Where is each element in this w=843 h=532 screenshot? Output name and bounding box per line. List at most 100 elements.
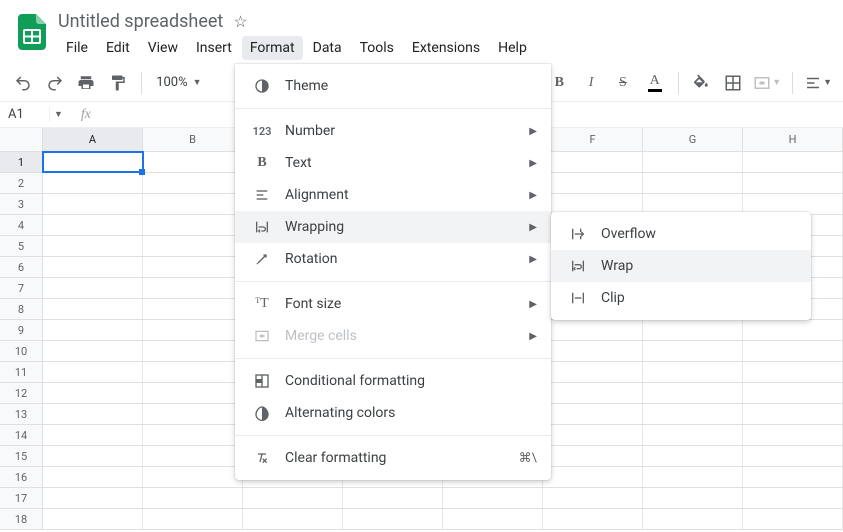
- cell[interactable]: [743, 341, 843, 361]
- row-header[interactable]: 17: [0, 488, 43, 508]
- cell[interactable]: [43, 509, 143, 529]
- menu-tools[interactable]: Tools: [352, 36, 402, 60]
- cell[interactable]: [43, 446, 143, 466]
- cell[interactable]: [343, 488, 443, 508]
- menu-format[interactable]: Format: [242, 36, 303, 60]
- cell[interactable]: [43, 257, 143, 277]
- cell[interactable]: [143, 257, 243, 277]
- cell[interactable]: [643, 488, 743, 508]
- print-button[interactable]: [72, 69, 102, 97]
- row-header[interactable]: 4: [0, 215, 43, 235]
- cell[interactable]: [543, 194, 643, 214]
- cell[interactable]: [143, 278, 243, 298]
- row-header[interactable]: 12: [0, 383, 43, 403]
- cell[interactable]: [43, 215, 143, 235]
- cell[interactable]: [643, 362, 743, 382]
- star-icon[interactable]: ☆: [233, 12, 247, 31]
- text-color-button[interactable]: A: [640, 69, 670, 97]
- cell[interactable]: [143, 362, 243, 382]
- cell[interactable]: [543, 173, 643, 193]
- cell[interactable]: [743, 425, 843, 445]
- row-header[interactable]: 2: [0, 173, 43, 193]
- cell[interactable]: [743, 362, 843, 382]
- menu-item-clear-formatting[interactable]: Clear formatting ⌘\: [235, 442, 551, 474]
- doc-title[interactable]: Untitled spreadsheet: [58, 11, 223, 32]
- cell[interactable]: [743, 488, 843, 508]
- zoom-dropdown[interactable]: 100% ▼: [150, 70, 207, 96]
- cell[interactable]: [643, 425, 743, 445]
- column-header[interactable]: G: [643, 128, 743, 151]
- menu-item-rotation[interactable]: Rotation ▶: [235, 243, 551, 275]
- menu-data[interactable]: Data: [305, 36, 350, 60]
- cell[interactable]: [43, 194, 143, 214]
- column-header[interactable]: B: [143, 128, 243, 151]
- cell[interactable]: [543, 509, 643, 529]
- menu-item-wrapping[interactable]: Wrapping ▶: [235, 211, 551, 243]
- redo-button[interactable]: [40, 69, 70, 97]
- cell[interactable]: [143, 446, 243, 466]
- cell[interactable]: [143, 404, 243, 424]
- cell[interactable]: [743, 173, 843, 193]
- merge-cells-button[interactable]: ▼: [750, 74, 784, 92]
- menu-file[interactable]: File: [58, 36, 96, 60]
- cell[interactable]: [543, 152, 643, 172]
- cell[interactable]: [143, 215, 243, 235]
- undo-button[interactable]: [8, 69, 38, 97]
- row-header[interactable]: 1: [0, 152, 43, 172]
- cell[interactable]: [43, 152, 143, 172]
- cell[interactable]: [243, 509, 343, 529]
- select-all-corner[interactable]: [0, 128, 43, 151]
- cell[interactable]: [643, 446, 743, 466]
- menu-item-conditional-formatting[interactable]: Conditional formatting: [235, 365, 551, 397]
- cell[interactable]: [43, 320, 143, 340]
- cell[interactable]: [443, 509, 543, 529]
- menu-item-fontsize[interactable]: TT Font size ▶: [235, 288, 551, 320]
- column-header[interactable]: A: [43, 128, 143, 151]
- row-header[interactable]: 5: [0, 236, 43, 256]
- cell[interactable]: [143, 299, 243, 319]
- cell[interactable]: [743, 509, 843, 529]
- row-header[interactable]: 3: [0, 194, 43, 214]
- row-header[interactable]: 14: [0, 425, 43, 445]
- row-header[interactable]: 8: [0, 299, 43, 319]
- cell[interactable]: [543, 488, 643, 508]
- cell[interactable]: [143, 173, 243, 193]
- cell[interactable]: [243, 488, 343, 508]
- cell[interactable]: [143, 488, 243, 508]
- cell[interactable]: [43, 383, 143, 403]
- strikethrough-button[interactable]: S: [608, 69, 638, 97]
- row-header[interactable]: 16: [0, 467, 43, 487]
- cell[interactable]: [143, 467, 243, 487]
- italic-button[interactable]: I: [576, 69, 606, 97]
- cell[interactable]: [143, 194, 243, 214]
- cell[interactable]: [543, 341, 643, 361]
- menu-item-alignment[interactable]: Alignment ▶: [235, 179, 551, 211]
- menu-item-text[interactable]: B Text ▶: [235, 147, 551, 179]
- horizontal-align-button[interactable]: ▼: [801, 74, 835, 92]
- cell[interactable]: [43, 362, 143, 382]
- row-header[interactable]: 10: [0, 341, 43, 361]
- cell[interactable]: [643, 341, 743, 361]
- row-header[interactable]: 15: [0, 446, 43, 466]
- cell[interactable]: [143, 425, 243, 445]
- cell[interactable]: [743, 404, 843, 424]
- cell[interactable]: [143, 152, 243, 172]
- cell[interactable]: [43, 173, 143, 193]
- submenu-item-overflow[interactable]: Overflow: [551, 218, 811, 250]
- cell[interactable]: [743, 320, 843, 340]
- column-header[interactable]: F: [543, 128, 643, 151]
- cell[interactable]: [143, 341, 243, 361]
- menu-item-number[interactable]: 123 Number ▶: [235, 115, 551, 147]
- cell[interactable]: [743, 446, 843, 466]
- row-header[interactable]: 7: [0, 278, 43, 298]
- cell[interactable]: [743, 194, 843, 214]
- cell[interactable]: [43, 278, 143, 298]
- cell[interactable]: [543, 467, 643, 487]
- paint-format-button[interactable]: [103, 69, 133, 97]
- menu-insert[interactable]: Insert: [188, 36, 240, 60]
- row-header[interactable]: 18: [0, 509, 43, 529]
- cell[interactable]: [643, 383, 743, 403]
- cell[interactable]: [543, 362, 643, 382]
- menu-view[interactable]: View: [140, 36, 186, 60]
- cell[interactable]: [143, 320, 243, 340]
